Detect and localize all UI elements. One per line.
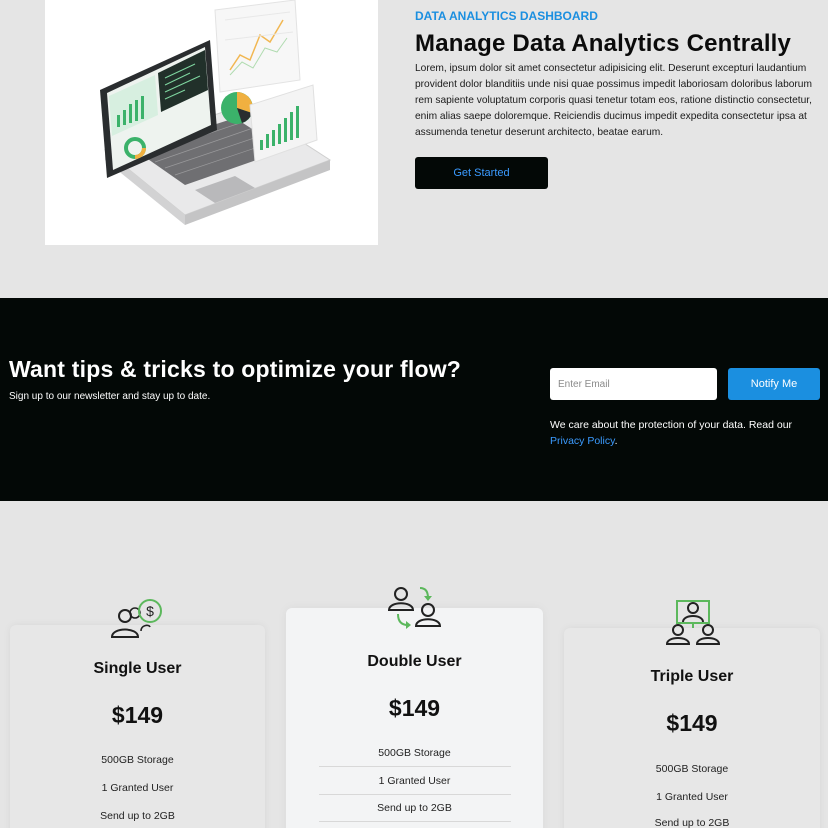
users-group-icon [665, 600, 721, 645]
hero-section: DATA ANALYTICS DASHBOARD Manage Data Ana… [0, 0, 828, 298]
hero-text-block: DATA ANALYTICS DASHBOARD Manage Data Ana… [415, 9, 820, 141]
pricing-card-double: Double User $149 500GB Storage 1 Granted… [286, 584, 543, 828]
plan-price: $149 [666, 710, 718, 736]
privacy-note: We care about the protection of your dat… [550, 417, 820, 449]
plan-feature: 500GB Storage [655, 763, 729, 775]
plan-name: Triple User [650, 668, 734, 685]
hero-title: Manage Data Analytics Centrally [415, 30, 792, 57]
feature-divider [319, 766, 511, 767]
pricing-card-triple: Triple User $149 500GB Storage 1 Granted… [564, 598, 820, 828]
plan-feature: Send up to 2GB [100, 810, 175, 822]
plan-name: Double User [367, 653, 462, 670]
plan-price: $149 [111, 702, 164, 728]
plan-feature: 500GB Storage [101, 754, 174, 766]
plan-feature: 1 Granted User [101, 782, 174, 794]
plan-feature: 1 Granted User [656, 791, 728, 803]
plan-price: $149 [388, 695, 441, 721]
hero-eyebrow: DATA ANALYTICS DASHBOARD [415, 9, 598, 23]
pricing-card-single: $ Single User $149 500GB Storage 1 Grant… [10, 595, 265, 828]
laptop-analytics-illustration [45, 0, 378, 245]
privacy-note-text: We care about the protection of your dat… [550, 419, 793, 431]
email-input[interactable] [550, 368, 717, 400]
newsletter-title: Want tips & tricks to optimize your flow… [9, 356, 462, 382]
get-started-button[interactable]: Get Started [415, 157, 548, 189]
notify-me-button[interactable]: Notify Me [728, 368, 820, 400]
plan-feature: 1 Granted User [378, 775, 451, 787]
feature-divider [319, 794, 511, 795]
privacy-note-end: . [614, 435, 618, 447]
svg-text:$: $ [146, 603, 154, 619]
feature-divider [319, 821, 511, 822]
newsletter-subtitle: Sign up to our newsletter and stay up to… [9, 391, 211, 402]
plan-feature: Send up to 2GB [377, 802, 452, 814]
hero-description: Lorem, ipsum dolor sit amet consectetur … [415, 63, 812, 138]
newsletter-section: Want tips & tricks to optimize your flow… [0, 298, 828, 501]
privacy-policy-link[interactable]: Privacy Policy [550, 435, 615, 447]
user-dollar-icon: $ [110, 599, 162, 638]
plan-feature: Send up to 2GB [654, 817, 730, 828]
plan-name: Single User [93, 660, 182, 677]
plan-feature: 500GB Storage [378, 747, 451, 759]
users-swap-icon [387, 587, 442, 629]
